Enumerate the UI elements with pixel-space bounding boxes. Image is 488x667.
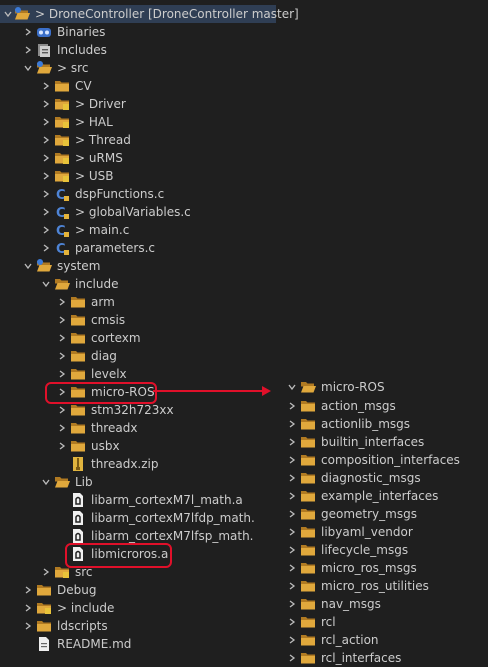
pointer-arrow-icon bbox=[153, 386, 271, 396]
